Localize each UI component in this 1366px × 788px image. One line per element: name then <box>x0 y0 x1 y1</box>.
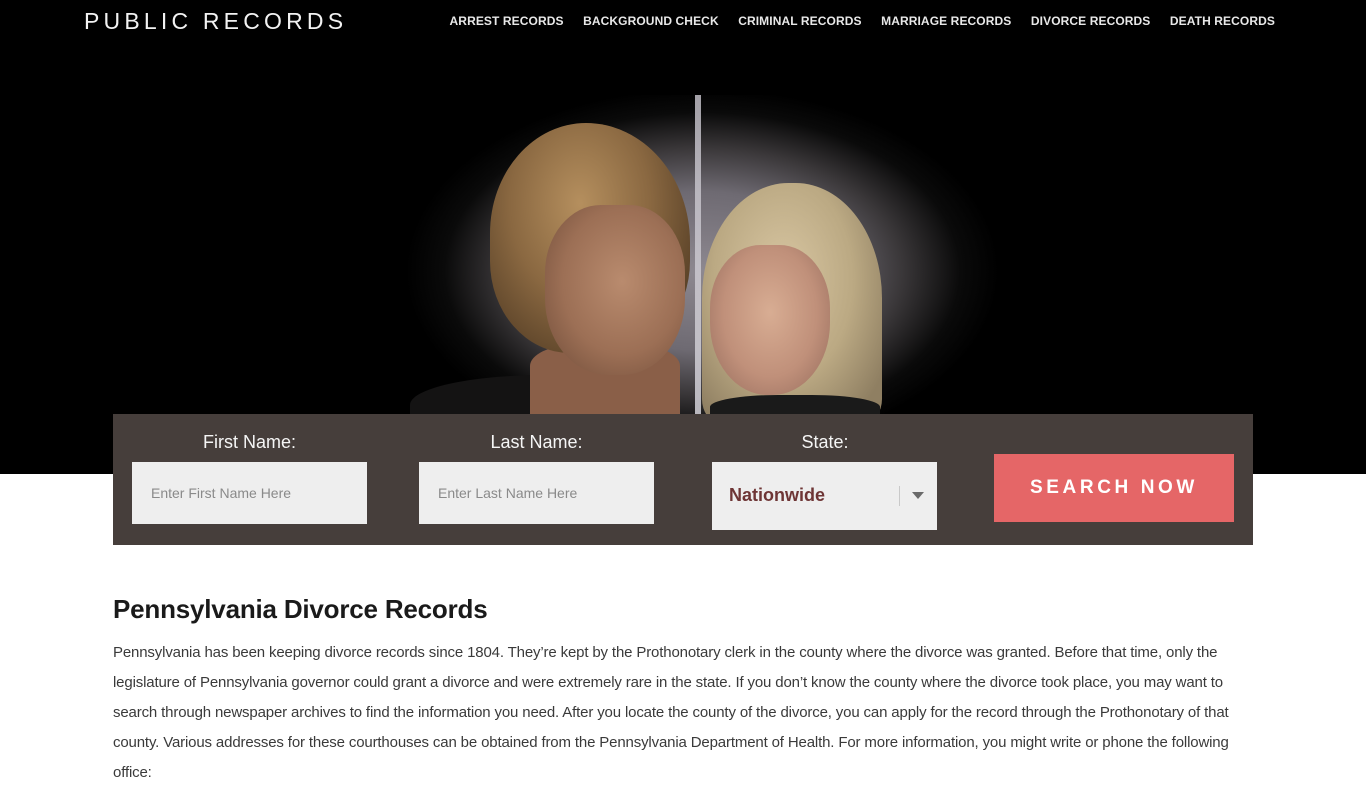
main-nav: ARREST RECORDS BACKGROUND CHECK CRIMINAL… <box>430 14 1275 28</box>
hero-woman-shirt <box>710 395 880 415</box>
last-name-input[interactable] <box>419 462 654 524</box>
first-name-label: First Name: <box>202 432 296 452</box>
nav-divorce-records[interactable]: DIVORCE RECORDS <box>1031 14 1151 28</box>
search-now-button[interactable]: SEARCH NOW <box>994 454 1234 522</box>
chevron-down-icon[interactable] <box>912 492 924 499</box>
site-logo[interactable]: PUBLIC RECORDS <box>84 8 347 35</box>
article: Pennsylvania Divorce Records Pennsylvani… <box>113 594 1253 788</box>
select-separator <box>899 486 900 506</box>
nav-criminal-records[interactable]: CRIMINAL RECORDS <box>738 14 861 28</box>
hero-image <box>380 95 1000 415</box>
hero-vignette <box>380 95 1000 415</box>
state-label: State: <box>801 432 849 452</box>
last-name-label: Last Name: <box>490 432 583 452</box>
hero-man-face <box>545 205 685 375</box>
nav-background-check[interactable]: BACKGROUND CHECK <box>583 14 719 28</box>
search-form: First Name: Last Name: State: Nationwide… <box>113 414 1253 545</box>
hero-woman-face <box>710 245 830 395</box>
hero-divider-line <box>695 95 701 415</box>
article-body: Pennsylvania has been keeping divorce re… <box>113 644 1229 781</box>
nav-arrest-records[interactable]: ARREST RECORDS <box>450 14 564 28</box>
article-title: Pennsylvania Divorce Records <box>113 594 488 624</box>
state-selected-value: Nationwide <box>729 485 826 505</box>
nav-death-records[interactable]: DEATH RECORDS <box>1170 14 1275 28</box>
first-name-input[interactable] <box>132 462 367 524</box>
state-select[interactable]: Nationwide <box>712 462 937 530</box>
header-hero-band: PUBLIC RECORDS ARREST RECORDS BACKGROUND… <box>0 0 1366 474</box>
nav-marriage-records[interactable]: MARRIAGE RECORDS <box>881 14 1011 28</box>
